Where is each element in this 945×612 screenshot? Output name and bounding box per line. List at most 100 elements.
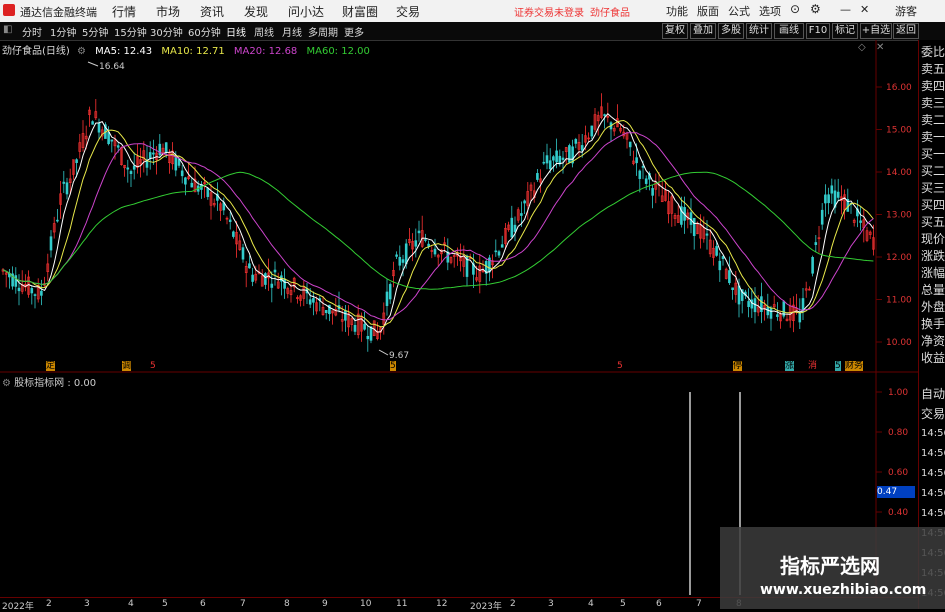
candle bbox=[1, 268, 5, 275]
candle bbox=[686, 209, 690, 229]
candle bbox=[785, 314, 789, 322]
date-tick: 6 bbox=[656, 599, 662, 609]
candle bbox=[843, 189, 846, 220]
trade-field: 14:56 bbox=[921, 448, 945, 459]
candle bbox=[868, 230, 872, 240]
candle bbox=[241, 243, 245, 263]
candle bbox=[568, 143, 571, 163]
event-badge-5d[interactable]: 5 bbox=[835, 361, 841, 371]
date-tick: 7 bbox=[240, 599, 246, 609]
candle bbox=[564, 146, 568, 165]
candle bbox=[619, 124, 622, 134]
candle bbox=[286, 286, 290, 299]
candle bbox=[152, 139, 155, 165]
candle bbox=[46, 253, 50, 282]
date-tick: 4 bbox=[128, 599, 134, 609]
candle bbox=[580, 133, 584, 158]
candle bbox=[296, 295, 299, 304]
event-badge-caiwu[interactable]: 财务 bbox=[845, 361, 864, 371]
candle bbox=[30, 286, 34, 305]
candle bbox=[532, 182, 536, 203]
date-tick: 5 bbox=[620, 599, 626, 609]
candle bbox=[689, 198, 693, 234]
indicator-settings-icon[interactable]: ⚙ bbox=[2, 378, 11, 389]
candle bbox=[628, 141, 632, 156]
candle bbox=[827, 187, 830, 215]
date-tick: 7 bbox=[696, 599, 702, 609]
event-badge-5c[interactable]: 5 bbox=[617, 361, 623, 371]
candle bbox=[600, 93, 603, 120]
candle bbox=[17, 274, 21, 306]
candle bbox=[270, 271, 274, 303]
date-tick: 2 bbox=[46, 599, 52, 609]
indicator-current-value: 0.47 bbox=[877, 486, 915, 498]
candle bbox=[52, 216, 56, 239]
candle bbox=[148, 141, 152, 170]
candle bbox=[88, 106, 91, 127]
candle bbox=[392, 261, 395, 288]
candle bbox=[542, 151, 546, 165]
kline-chart[interactable]: 16.00 15.00 14.00 13.00 12.00 11.00 10.00 1.00… bbox=[0, 0, 918, 597]
date-tick: 3 bbox=[84, 599, 90, 609]
candle bbox=[78, 133, 82, 159]
candle bbox=[667, 190, 670, 224]
candle bbox=[417, 220, 421, 242]
candle bbox=[590, 125, 594, 140]
candle bbox=[552, 155, 555, 172]
date-tick: 4 bbox=[588, 599, 594, 609]
trade-field: 14:56 bbox=[921, 468, 945, 479]
candle bbox=[139, 147, 142, 178]
candle bbox=[232, 230, 235, 239]
candle bbox=[238, 234, 242, 251]
event-badge-5b[interactable]: 5 bbox=[390, 361, 396, 371]
price-tick: 12.00 bbox=[886, 253, 912, 263]
candle bbox=[782, 299, 786, 319]
event-badge-zhang[interactable]: 涨 bbox=[785, 361, 795, 371]
indicator-tick: 0.60 bbox=[888, 468, 908, 478]
candle bbox=[804, 281, 808, 298]
candle bbox=[107, 126, 110, 146]
candle bbox=[718, 252, 722, 282]
candle bbox=[865, 226, 869, 243]
trade-field: 14:56 bbox=[921, 508, 945, 519]
candle bbox=[814, 235, 818, 253]
candle bbox=[660, 181, 664, 203]
candle bbox=[292, 276, 296, 293]
candle bbox=[331, 310, 334, 325]
indicator-tick: 1.00 bbox=[888, 388, 908, 398]
event-badge-xiao[interactable]: 消 bbox=[808, 361, 817, 371]
event-badge-ding[interactable]: 定 bbox=[46, 361, 56, 371]
candle bbox=[459, 243, 462, 272]
candle bbox=[436, 253, 440, 266]
candle bbox=[49, 230, 53, 258]
candle bbox=[654, 173, 658, 204]
low-price-label: 9.67 bbox=[389, 351, 409, 361]
indicator-title-text: 股标指标网 : 0.00 bbox=[14, 378, 97, 389]
event-badge-ting[interactable]: 停 bbox=[733, 361, 743, 371]
event-badge-5a[interactable]: 5 bbox=[150, 361, 156, 371]
candle bbox=[728, 256, 731, 286]
candle bbox=[299, 294, 302, 307]
candle bbox=[264, 272, 267, 290]
candle bbox=[302, 280, 306, 307]
candle bbox=[251, 267, 254, 287]
candle bbox=[340, 305, 344, 332]
candle bbox=[494, 239, 498, 257]
date-tick: 8 bbox=[284, 599, 290, 609]
candle bbox=[481, 260, 485, 274]
candle bbox=[123, 164, 126, 177]
price-tick: 14.00 bbox=[886, 168, 912, 178]
candle bbox=[212, 198, 216, 208]
indicator-tick: 0.80 bbox=[888, 428, 908, 438]
watermark-url: www.xuezhibiao.com bbox=[760, 582, 927, 598]
event-badge-tiao[interactable]: 调 bbox=[122, 361, 132, 371]
date-tick: 9 bbox=[322, 599, 328, 609]
candle bbox=[747, 288, 750, 318]
candle bbox=[59, 181, 62, 219]
candle bbox=[33, 293, 37, 309]
candle bbox=[760, 282, 763, 324]
date-tick: 3 bbox=[548, 599, 554, 609]
candle bbox=[62, 170, 66, 194]
candle bbox=[347, 305, 350, 336]
candle bbox=[603, 113, 606, 129]
